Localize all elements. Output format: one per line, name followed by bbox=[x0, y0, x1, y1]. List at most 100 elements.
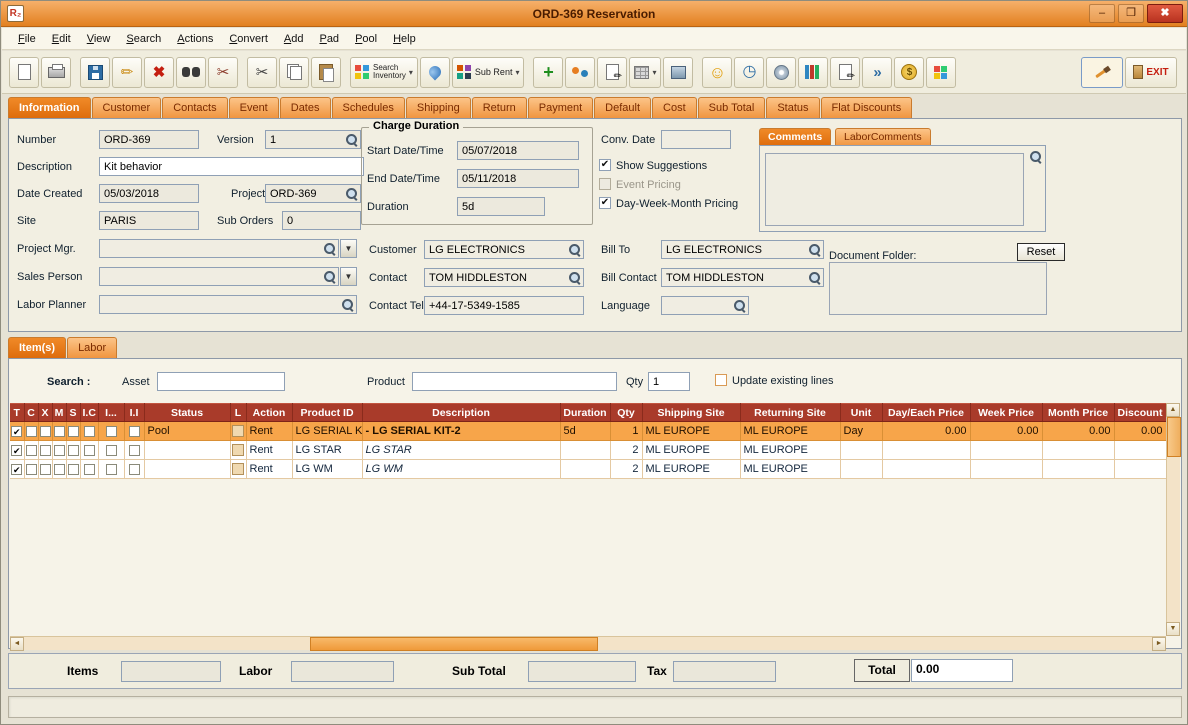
exit-button[interactable]: EXIT bbox=[1125, 56, 1177, 88]
site-field[interactable]: PARIS bbox=[99, 211, 199, 230]
date-created-field[interactable]: 05/03/2018 bbox=[99, 184, 199, 203]
tab-schedules[interactable]: Schedules bbox=[331, 97, 405, 118]
tab-customer[interactable]: Customer bbox=[91, 97, 162, 118]
row-checkbox-t[interactable]: ✔ bbox=[11, 425, 23, 437]
tab-shipping[interactable]: Shipping bbox=[405, 97, 471, 118]
calendar-grid-button[interactable]: ▾ bbox=[629, 56, 662, 88]
tab-information[interactable]: Information bbox=[8, 97, 91, 118]
menu-pool[interactable]: Pool bbox=[347, 30, 385, 48]
menu-help[interactable]: Help bbox=[385, 30, 424, 48]
row-checkbox-m[interactable] bbox=[53, 444, 65, 456]
col-action[interactable]: Action bbox=[246, 403, 293, 422]
disc-button[interactable] bbox=[766, 56, 797, 88]
menu-convert[interactable]: Convert bbox=[221, 30, 276, 48]
scroll-up-button[interactable]: ▲ bbox=[1166, 403, 1180, 417]
tab-dates[interactable]: Dates bbox=[279, 97, 331, 118]
row-checkbox-x[interactable] bbox=[39, 425, 51, 437]
col-qty[interactable]: Qty bbox=[610, 403, 643, 422]
find-button[interactable] bbox=[176, 56, 206, 88]
table-row[interactable]: ✔ Pool Rent LG SERIAL KIT-2 - LG SERIAL … bbox=[10, 421, 1167, 441]
scroll-left-button[interactable]: ◄ bbox=[10, 637, 24, 651]
event-pricing-checkbox[interactable] bbox=[599, 178, 611, 190]
tab-contacts[interactable]: Contacts bbox=[162, 97, 228, 118]
table-row[interactable]: ✔ Rent LG STAR LG STAR 2 ML EUROPE ML EU… bbox=[10, 440, 1167, 460]
edit-note-button[interactable]: ✏ bbox=[597, 56, 628, 88]
col-day-each-price[interactable]: Day/Each Price bbox=[882, 403, 971, 422]
menu-add[interactable]: Add bbox=[276, 30, 312, 48]
menu-view[interactable]: View bbox=[79, 30, 119, 48]
line-notes-button[interactable] bbox=[232, 425, 244, 438]
minimize-button[interactable]: – bbox=[1089, 4, 1115, 23]
contact-tel-field[interactable]: +44-17-5349-1585 bbox=[424, 296, 584, 315]
bill-contact-field[interactable]: TOM HIDDLESTON bbox=[661, 268, 824, 287]
paste-button[interactable] bbox=[311, 56, 341, 88]
day-week-month-pricing-checkbox[interactable]: ✔ bbox=[599, 197, 611, 209]
row-checkbox-ic[interactable] bbox=[83, 444, 95, 456]
search-icon[interactable] bbox=[1029, 150, 1042, 163]
row-checkbox-t[interactable]: ✔ bbox=[11, 444, 23, 456]
line-notes-button[interactable] bbox=[232, 463, 244, 476]
col-duration[interactable]: Duration bbox=[560, 403, 611, 422]
col-discount[interactable]: Discount bbox=[1114, 403, 1167, 422]
qty-input[interactable] bbox=[648, 372, 690, 391]
col-m[interactable]: M bbox=[52, 403, 67, 422]
tab-payment[interactable]: Payment bbox=[527, 97, 594, 118]
cubes-button[interactable] bbox=[926, 56, 957, 88]
tab-items[interactable]: Item(s) bbox=[8, 337, 67, 358]
new-document-button[interactable] bbox=[9, 56, 39, 88]
project-mgr-field[interactable] bbox=[99, 239, 339, 258]
sales-person-field[interactable] bbox=[99, 267, 339, 286]
notes-button[interactable]: ✏ bbox=[830, 56, 861, 88]
menu-actions[interactable]: Actions bbox=[169, 30, 221, 48]
end-date-field[interactable]: 05/11/2018 bbox=[457, 169, 579, 188]
col-shipping-site[interactable]: Shipping Site bbox=[642, 403, 741, 422]
col-s[interactable]: S bbox=[66, 403, 81, 422]
asset-input[interactable] bbox=[157, 372, 285, 391]
project-mgr-dropdown-button[interactable]: ▼ bbox=[340, 239, 357, 258]
cut-sheet-button[interactable]: ✂ bbox=[208, 56, 238, 88]
col-x[interactable]: X bbox=[38, 403, 53, 422]
project-field[interactable]: ORD-369 bbox=[265, 184, 361, 203]
row-checkbox-idots[interactable] bbox=[105, 463, 117, 475]
search-icon[interactable] bbox=[568, 243, 581, 256]
tab-flat-discounts[interactable]: Flat Discounts bbox=[820, 97, 913, 118]
reset-button[interactable]: Reset bbox=[1017, 243, 1065, 261]
search-icon[interactable] bbox=[808, 243, 821, 256]
product-input[interactable] bbox=[412, 372, 617, 391]
show-suggestions-checkbox[interactable]: ✔ bbox=[599, 159, 611, 171]
vertical-scrollbar[interactable]: ▲ ▼ bbox=[1166, 403, 1181, 636]
row-checkbox-x[interactable] bbox=[39, 444, 51, 456]
search-icon[interactable] bbox=[345, 133, 358, 146]
maximize-button[interactable]: ❒ bbox=[1118, 4, 1144, 23]
search-icon[interactable] bbox=[323, 270, 336, 283]
row-checkbox-x[interactable] bbox=[39, 463, 51, 475]
labor-planner-field[interactable] bbox=[99, 295, 357, 314]
search-inventory-button[interactable]: Search Inventory ▾ bbox=[350, 56, 418, 88]
row-checkbox-s[interactable] bbox=[67, 463, 79, 475]
col-description[interactable]: Description bbox=[362, 403, 561, 422]
customer-smiley-button[interactable]: ☺ bbox=[702, 56, 733, 88]
site-print-button[interactable] bbox=[663, 56, 694, 88]
delete-button[interactable]: ✖ bbox=[144, 56, 174, 88]
close-button[interactable]: ✖ bbox=[1147, 4, 1183, 23]
table-row[interactable]: ✔ Rent LG WM LG WM 2 ML EUROPE ML EUROPE bbox=[10, 459, 1167, 479]
col-c[interactable]: C bbox=[24, 403, 39, 422]
row-checkbox-m[interactable] bbox=[53, 463, 65, 475]
edit-button[interactable]: ✏ bbox=[112, 56, 142, 88]
col-product-id[interactable]: Product ID bbox=[292, 403, 363, 422]
tab-return[interactable]: Return bbox=[471, 97, 527, 118]
time-button[interactable]: ◷ bbox=[734, 56, 765, 88]
col-week-price[interactable]: Week Price bbox=[970, 403, 1043, 422]
col-unit[interactable]: Unit bbox=[840, 403, 883, 422]
duration-field[interactable]: 5d bbox=[457, 197, 545, 216]
pour-button[interactable] bbox=[419, 56, 450, 88]
row-checkbox-c[interactable] bbox=[25, 444, 37, 456]
language-field[interactable] bbox=[661, 296, 749, 315]
row-checkbox-s[interactable] bbox=[67, 444, 79, 456]
transfer-button[interactable]: » bbox=[862, 56, 893, 88]
number-field[interactable]: ORD-369 bbox=[99, 130, 199, 149]
col-month-price[interactable]: Month Price bbox=[1042, 403, 1115, 422]
row-checkbox-c[interactable] bbox=[25, 425, 37, 437]
row-checkbox-ii[interactable] bbox=[128, 463, 140, 475]
menu-pad[interactable]: Pad bbox=[311, 30, 347, 48]
